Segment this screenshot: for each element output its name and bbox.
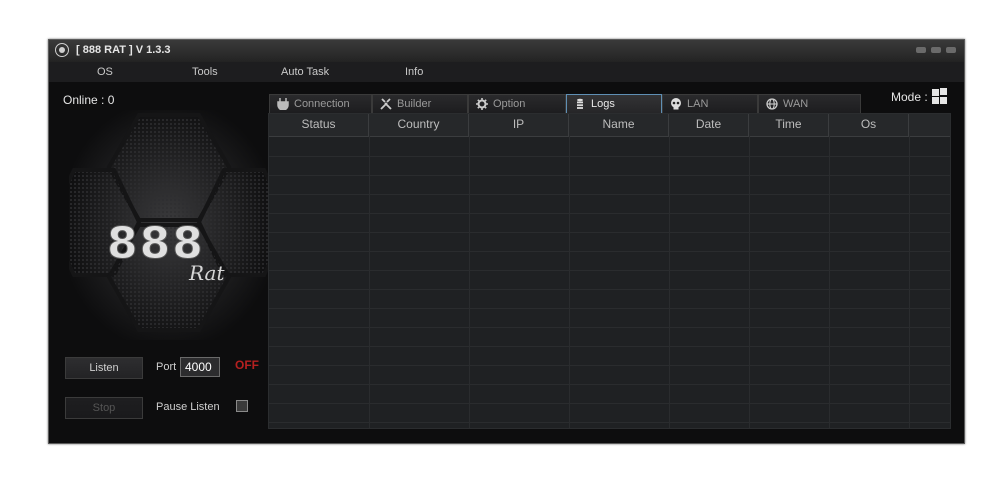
pause-listen-checkbox[interactable] [236, 400, 248, 412]
column-date[interactable]: Date [669, 114, 749, 136]
window-title: [ 888 RAT ] V 1.3.3 [76, 44, 171, 56]
app-logo: 888 Rat [69, 110, 269, 340]
globe-icon [766, 98, 778, 110]
listen-button[interactable]: Listen [65, 357, 143, 379]
app-icon[interactable] [55, 43, 69, 57]
logs-table[interactable]: Status Country IP Name Date Time Os [268, 113, 951, 429]
column-country[interactable]: Country [369, 114, 469, 136]
column-ip[interactable]: IP [469, 114, 569, 136]
column-name[interactable]: Name [569, 114, 669, 136]
mode-label: Mode : [891, 90, 928, 104]
column-status[interactable]: Status [269, 114, 369, 136]
logo-script: Rat [188, 261, 225, 285]
tab-wan[interactable]: WAN [758, 94, 861, 113]
tab-connection[interactable]: Connection [269, 94, 372, 113]
title-bar[interactable]: [ 888 RAT ] V 1.3.3 [49, 40, 964, 62]
tab-logs[interactable]: Logs [566, 94, 662, 113]
logs-icon [577, 98, 583, 109]
main-window: [ 888 RAT ] V 1.3.3 OS Tools Auto Task I… [48, 39, 965, 444]
port-input[interactable] [180, 357, 220, 377]
menu-auto-task[interactable]: Auto Task [281, 66, 329, 78]
close-button[interactable] [946, 47, 956, 53]
menu-os[interactable]: OS [97, 66, 113, 78]
stop-button[interactable]: Stop [65, 397, 143, 419]
tab-option[interactable]: Option [468, 94, 566, 113]
pause-listen-label: Pause Listen [156, 401, 220, 413]
plug-icon [277, 98, 289, 110]
table-header: Status Country IP Name Date Time Os [269, 114, 950, 137]
window-controls [916, 47, 956, 53]
listen-state-badge: OFF [235, 358, 259, 372]
tab-lan[interactable]: LAN [662, 94, 758, 113]
tools-icon [380, 98, 392, 110]
online-count: Online : 0 [63, 93, 115, 107]
column-time[interactable]: Time [749, 114, 829, 136]
windows-logo-icon[interactable] [932, 88, 948, 104]
column-os[interactable]: Os [829, 114, 909, 136]
skull-icon [671, 98, 681, 110]
menu-tools[interactable]: Tools [192, 66, 218, 78]
maximize-button[interactable] [931, 47, 941, 53]
menu-info[interactable]: Info [405, 66, 423, 78]
gear-icon [476, 98, 488, 110]
minimize-button[interactable] [916, 47, 926, 53]
port-label: Port [156, 361, 177, 373]
tab-builder[interactable]: Builder [372, 94, 468, 113]
menu-bar: OS Tools Auto Task Info [49, 62, 964, 82]
